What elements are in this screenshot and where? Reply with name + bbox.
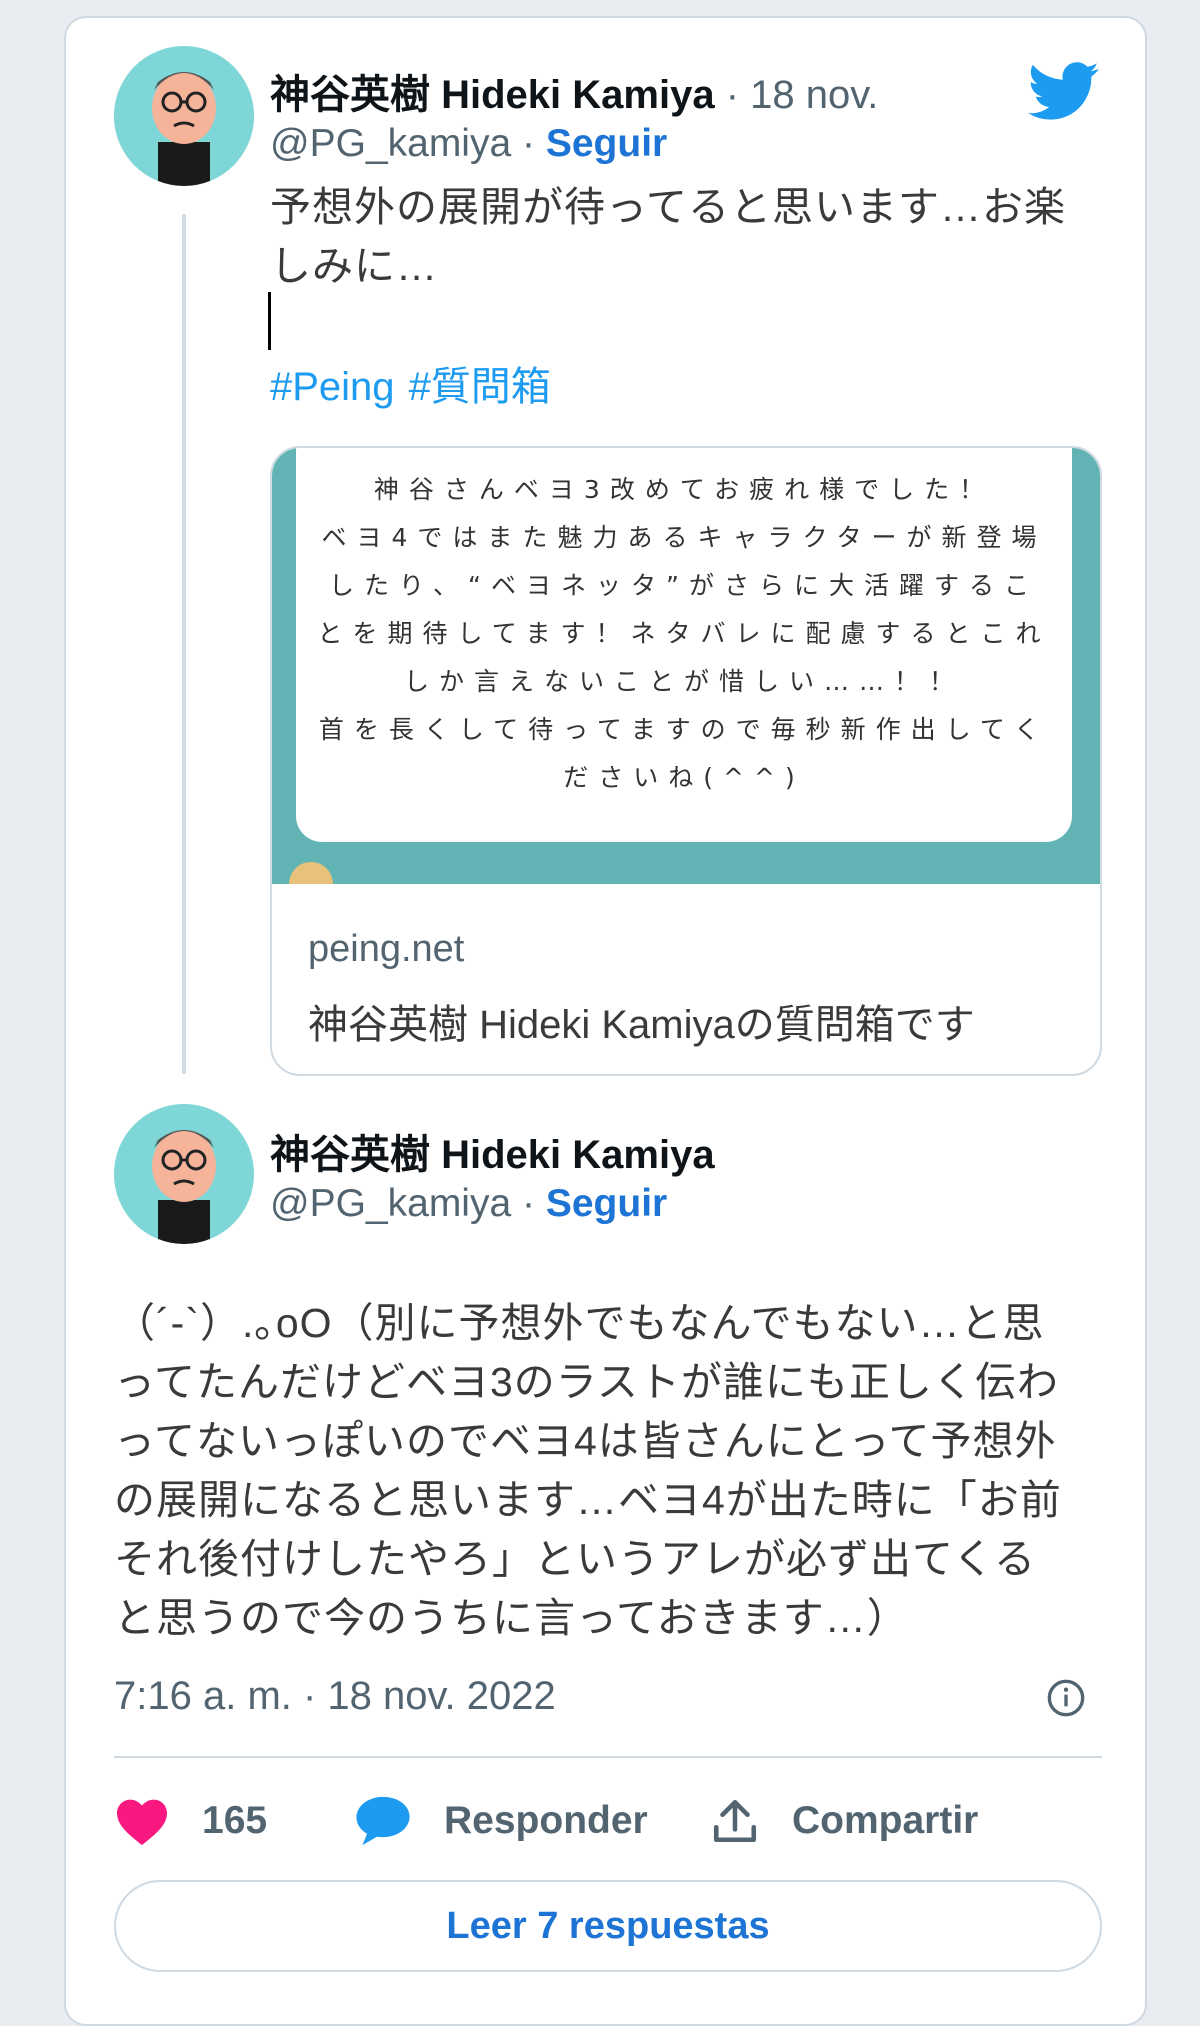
hashtag-link[interactable]: #Peing — [270, 365, 395, 409]
author-name[interactable]: 神谷英樹 Hideki Kamiya — [270, 1122, 715, 1180]
thread-connector — [182, 214, 186, 1074]
author-name[interactable]: 神谷英樹 Hideki Kamiya · 18 nov. — [270, 62, 878, 120]
separator: · — [522, 122, 536, 165]
peing-avatar-icon — [289, 862, 333, 884]
avatar-illustration — [114, 1104, 254, 1244]
link-title: 神谷英樹 Hideki Kamiyaの質問箱です — [308, 1003, 975, 1047]
tweet-text: （´-`）.｡oO（別に予想外でもなんでもない…と思 ってたんだけどベヨ3のラス… — [114, 1300, 1062, 1641]
hashtags: #Peing #質問箱 — [270, 354, 565, 412]
divider — [114, 1756, 1102, 1758]
tweet-text: 予想外の展開が待ってると思います…お楽 しみに… — [270, 184, 1066, 289]
share-label: Compartir — [792, 1799, 979, 1842]
follow-button[interactable]: Seguir — [546, 1182, 667, 1225]
follow-button[interactable]: Seguir — [546, 122, 667, 165]
twitter-bird-icon[interactable] — [1028, 62, 1100, 122]
text-cursor — [268, 292, 271, 350]
link-preview-card[interactable]: 神谷さんベヨ3改めてお疲れ様でした！ ベヨ4ではまた魅力あるキャラクターが新登場… — [270, 446, 1102, 1076]
peing-question-card: 神谷さんベヨ3改めてお疲れ様でした！ ベヨ4ではまた魅力あるキャラクターが新登場… — [296, 448, 1072, 842]
author-handle-row: @PG_kamiya · Seguir — [270, 1182, 667, 1226]
peing-question-text: 神谷さんベヨ3改めてお疲れ様でした！ ベヨ4ではまた魅力あるキャラクターが新登場… — [317, 475, 1051, 792]
like-count: 165 — [202, 1799, 268, 1842]
share-button[interactable]: Compartir — [710, 1786, 978, 1856]
speech-bubble-icon — [356, 1796, 410, 1846]
avatar-illustration — [114, 46, 254, 186]
heart-icon — [117, 1799, 167, 1846]
reply-label: Responder — [444, 1799, 648, 1842]
read-replies-button[interactable]: Leer 7 respuestas — [114, 1880, 1102, 1972]
hashtag-link[interactable]: #質問箱 — [409, 365, 551, 409]
tweet-timestamp[interactable]: 7:16 a. m. · 18 nov. 2022 — [114, 1674, 556, 1719]
link-domain: peing.net — [308, 928, 465, 970]
author-handle[interactable]: @PG_kamiya — [270, 122, 511, 165]
avatar[interactable] — [114, 46, 254, 186]
reply-button[interactable]: Responder — [354, 1786, 648, 1856]
tweet-date[interactable]: · 18 nov. — [726, 73, 879, 117]
embedded-tweet-card: 神谷英樹 Hideki Kamiya · 18 nov. @PG_kamiya … — [64, 16, 1147, 2026]
link-preview-image: 神谷さんベヨ3改めてお疲れ様でした！ ベヨ4ではまた魅力あるキャラクターが新登場… — [272, 448, 1100, 884]
author-handle-row: @PG_kamiya · Seguir — [270, 122, 667, 166]
separator: · — [522, 1182, 536, 1225]
share-upload-icon — [713, 1799, 757, 1843]
like-button[interactable]: 165 — [114, 1786, 267, 1856]
author-name-text[interactable]: 神谷英樹 Hideki Kamiya — [270, 1133, 715, 1177]
avatar[interactable] — [114, 1104, 254, 1244]
author-name-text[interactable]: 神谷英樹 Hideki Kamiya — [270, 73, 715, 117]
author-handle[interactable]: @PG_kamiya — [270, 1182, 511, 1225]
info-icon[interactable] — [1046, 1678, 1086, 1718]
